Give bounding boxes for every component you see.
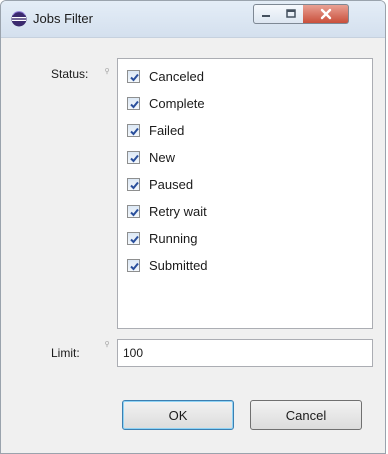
checkmark-icon (130, 127, 139, 135)
checkmark-icon (130, 262, 139, 270)
eclipse-icon (11, 11, 27, 27)
status-item-paused[interactable]: Paused (127, 174, 193, 194)
checkbox-running[interactable] (127, 231, 140, 245)
limit-input[interactable]: 100 (117, 339, 373, 367)
checkmark-icon (130, 235, 139, 243)
status-label: Status: (51, 67, 89, 81)
status-item-label: Paused (149, 176, 194, 192)
status-item-complete[interactable]: Complete (127, 93, 205, 113)
status-item-failed[interactable]: Failed (127, 120, 184, 140)
maximize-icon (285, 9, 296, 18)
cancel-button[interactable]: Cancel (250, 400, 362, 430)
checkmark-icon (130, 154, 139, 162)
lightbulb-icon (104, 335, 110, 348)
title-bar[interactable]: Jobs Filter (1, 1, 385, 38)
checkbox-failed[interactable] (127, 123, 140, 137)
close-icon (320, 8, 331, 20)
window-title: Jobs Filter (33, 11, 93, 26)
checkbox-new[interactable] (127, 150, 140, 164)
minimize-icon (262, 15, 270, 17)
checkbox-submitted[interactable] (127, 258, 140, 272)
status-item-submitted[interactable]: Submitted (127, 255, 208, 275)
status-item-label: Retry wait (149, 203, 207, 219)
status-item-label: Failed (149, 122, 185, 138)
checkmark-icon (130, 208, 139, 216)
status-item-canceled[interactable]: Canceled (127, 66, 204, 86)
status-item-label: New (149, 149, 176, 165)
checkmark-icon (130, 181, 139, 189)
checkmark-icon (130, 100, 139, 108)
status-item-label: Canceled (149, 68, 204, 84)
status-list[interactable]: Canceled Complete Failed New Paused Retr… (117, 58, 373, 329)
status-item-retry-wait[interactable]: Retry wait (127, 201, 207, 221)
maximize-button[interactable] (278, 4, 304, 24)
status-item-label: Complete (149, 95, 205, 111)
ok-button[interactable]: OK (122, 400, 234, 430)
checkbox-complete[interactable] (127, 96, 140, 110)
limit-label: Limit: (51, 346, 80, 360)
checkmark-icon (130, 73, 139, 81)
status-item-label: Submitted (149, 257, 208, 273)
checkbox-retry-wait[interactable] (127, 204, 140, 218)
minimize-button[interactable] (253, 4, 279, 24)
checkbox-paused[interactable] (127, 177, 140, 191)
status-item-new[interactable]: New (127, 147, 175, 167)
jobs-filter-dialog: Jobs Filter Status: Canceled Complete Fa… (0, 0, 386, 454)
lightbulb-icon (104, 62, 110, 75)
close-button[interactable] (303, 4, 349, 24)
status-item-label: Running (149, 230, 198, 246)
checkbox-canceled[interactable] (127, 69, 140, 83)
status-item-running[interactable]: Running (127, 228, 197, 248)
